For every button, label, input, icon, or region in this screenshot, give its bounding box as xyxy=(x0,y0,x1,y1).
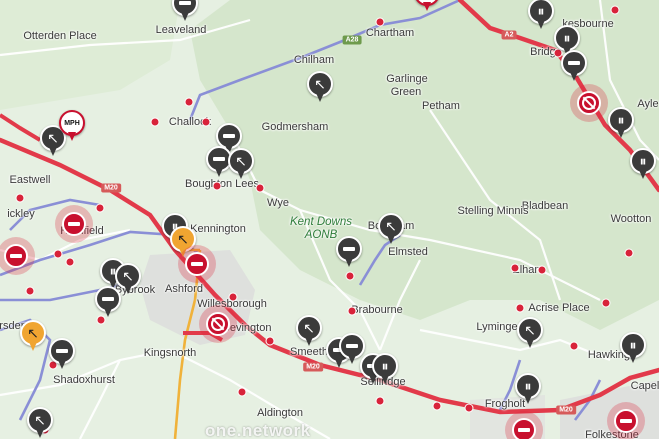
place-label: Chilham xyxy=(293,54,335,66)
place-label: Ayle xyxy=(637,98,659,110)
event-dot[interactable] xyxy=(510,263,520,273)
place-label: Leaveland xyxy=(155,24,207,36)
roadworks-marker[interactable]: ↖ xyxy=(27,407,53,439)
road-shield: A2 xyxy=(501,30,517,40)
event-dot[interactable] xyxy=(375,17,385,27)
place-label: ickley xyxy=(7,208,35,220)
aonb-area-west xyxy=(0,0,180,110)
place-label: Lyminge xyxy=(476,321,518,333)
place-label: Garlinge xyxy=(386,73,428,85)
roadworks-marker[interactable]: ⏸ xyxy=(608,107,634,139)
event-dot[interactable] xyxy=(255,183,265,193)
road-closure-marker[interactable] xyxy=(178,245,216,283)
diversion-marker[interactable]: ↖ xyxy=(307,71,333,103)
place-label: Elmsted xyxy=(388,246,428,258)
event-dot[interactable] xyxy=(228,292,238,302)
roadworks-marker[interactable] xyxy=(49,338,75,370)
roadworks-marker[interactable] xyxy=(336,236,362,268)
place-label: Wootton xyxy=(610,213,652,225)
diversion-marker[interactable]: ↖ xyxy=(517,317,543,349)
place-label: Kennington xyxy=(190,223,246,235)
place-label: Ashford xyxy=(165,283,203,295)
road-shield: M20 xyxy=(303,362,323,372)
place-label: Petham xyxy=(422,100,460,112)
event-dot[interactable] xyxy=(515,303,525,313)
event-dot[interactable] xyxy=(150,117,160,127)
road-shield: M20 xyxy=(101,183,121,193)
roadworks-marker[interactable]: ⏸ xyxy=(372,353,398,385)
road-shield: A28 xyxy=(342,35,362,45)
speed-limit-marker[interactable]: MPH xyxy=(59,110,85,142)
place-label: Eastwell xyxy=(9,174,51,186)
event-dot[interactable] xyxy=(624,248,634,258)
road-closure-marker[interactable] xyxy=(55,205,93,243)
road-shield: M20 xyxy=(556,405,576,415)
event-dot[interactable] xyxy=(610,5,620,15)
event-dot[interactable] xyxy=(265,336,275,346)
place-label: Brabourne xyxy=(351,304,403,316)
roadworks-marker[interactable] xyxy=(95,286,121,318)
place-label: Chartham xyxy=(365,27,415,39)
speed-limit-marker[interactable]: MPH xyxy=(414,0,440,12)
place-label: Acrise Place xyxy=(528,302,590,314)
event-dot[interactable] xyxy=(237,387,247,397)
event-dot[interactable] xyxy=(95,203,105,213)
event-dot[interactable] xyxy=(201,117,211,127)
event-dot[interactable] xyxy=(15,193,25,203)
place-label: Wye xyxy=(267,197,289,209)
event-dot[interactable] xyxy=(464,403,474,413)
roadworks-marker[interactable] xyxy=(172,0,198,22)
place-label: Bladbean xyxy=(521,200,569,212)
place-label: Otterden Place xyxy=(23,30,97,42)
event-dot[interactable] xyxy=(432,401,442,411)
roadworks-marker[interactable]: ⏸ xyxy=(528,0,554,30)
place-label: Stelling Minnis xyxy=(457,205,529,217)
no-entry-marker[interactable] xyxy=(199,305,237,343)
event-dot[interactable] xyxy=(347,306,357,316)
watermark: one.network xyxy=(205,421,311,439)
event-dot[interactable] xyxy=(375,396,385,406)
diversion-marker[interactable]: ↖ xyxy=(296,315,322,347)
road-closure-marker[interactable] xyxy=(607,402,645,439)
event-dot[interactable] xyxy=(345,271,355,281)
event-dot[interactable] xyxy=(537,265,547,275)
roadworks-marker[interactable] xyxy=(561,50,587,82)
diversion-marker-orange[interactable]: ↖ xyxy=(20,320,46,352)
event-dot[interactable] xyxy=(184,97,194,107)
event-dot[interactable] xyxy=(65,257,75,267)
place-label: Green xyxy=(390,86,422,98)
event-dot[interactable] xyxy=(25,286,35,296)
aonb-area xyxy=(190,0,659,330)
diversion-marker[interactable]: ↖ xyxy=(228,148,254,180)
place-label: Kingsnorth xyxy=(143,347,197,359)
roadworks-marker[interactable]: ⏸ xyxy=(515,373,541,405)
diversion-marker[interactable]: ↖ xyxy=(378,213,404,245)
event-dot[interactable] xyxy=(601,298,611,308)
roadworks-marker[interactable]: ⏸ xyxy=(630,148,656,180)
event-dot[interactable] xyxy=(53,249,63,259)
place-label: Shadoxhurst xyxy=(53,374,115,386)
roadworks-marker[interactable]: ⏸ xyxy=(620,332,646,364)
no-entry-marker[interactable] xyxy=(570,84,608,122)
event-dot[interactable] xyxy=(212,181,222,191)
event-dot[interactable] xyxy=(569,341,579,351)
place-label: Godmersham xyxy=(261,121,329,133)
place-label: Capel xyxy=(630,380,659,392)
place-label: Smeeth xyxy=(290,346,328,358)
map-canvas[interactable]: Otterden Place Leaveland Chartham Chilham Ga… xyxy=(0,0,659,439)
place-label: Aldington xyxy=(257,407,303,419)
